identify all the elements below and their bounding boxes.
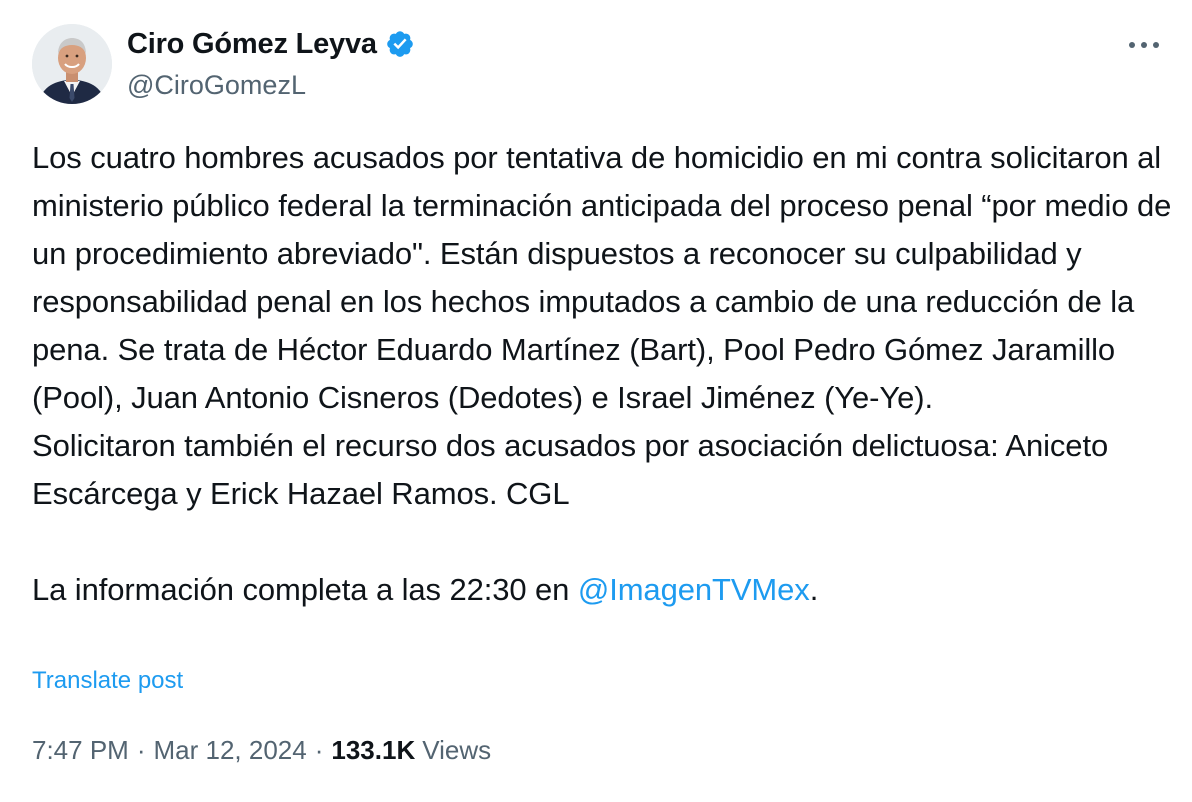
- tweet-text-body: Los cuatro hombres acusados por tentativ…: [32, 140, 1172, 607]
- verified-badge-icon[interactable]: [385, 29, 415, 59]
- avatar-image: [32, 24, 112, 104]
- tweet-text-end: .: [809, 572, 819, 607]
- author-name-row: Ciro Gómez Leyva: [127, 26, 415, 62]
- mention-link[interactable]: @ImagenTVMex: [578, 572, 810, 607]
- views-label[interactable]: Views: [422, 735, 491, 766]
- tweet-text: Los cuatro hombres acusados por tentativ…: [32, 134, 1172, 614]
- views-count[interactable]: 133.1K: [331, 735, 415, 766]
- post-date[interactable]: Mar 12, 2024: [154, 735, 307, 766]
- post-time[interactable]: 7:47 PM: [32, 735, 129, 766]
- avatar[interactable]: [32, 24, 112, 104]
- translate-post-link[interactable]: Translate post: [32, 667, 183, 695]
- tweet-metadata: 7:47 PM · Mar 12, 2024 · 133.1K Views: [32, 735, 491, 766]
- author-display-name[interactable]: Ciro Gómez Leyva: [127, 28, 377, 61]
- separator-dot: ·: [314, 735, 324, 765]
- separator-dot: ·: [136, 735, 146, 765]
- tweet-card: Ciro Gómez Leyva @CiroGomezL Los cuatro …: [0, 0, 1192, 802]
- author-handle[interactable]: @CiroGomezL: [127, 70, 306, 101]
- more-options-icon[interactable]: [1124, 30, 1164, 60]
